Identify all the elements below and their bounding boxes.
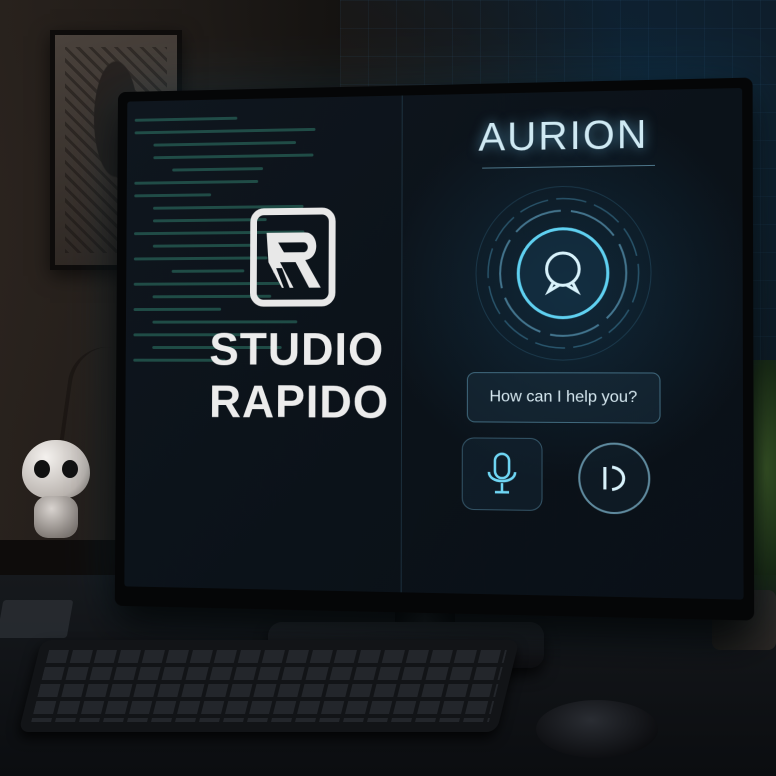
notebook bbox=[0, 600, 73, 638]
keyboard-keys[interactable] bbox=[31, 650, 507, 722]
logo-r-icon-glyph bbox=[261, 222, 329, 295]
assistant-chat-icon[interactable] bbox=[462, 181, 666, 364]
title-underline bbox=[482, 165, 655, 169]
robot-body bbox=[34, 496, 78, 538]
assistant-panel: AURION How can I help you? bbox=[402, 88, 744, 600]
play-button[interactable] bbox=[578, 442, 650, 514]
brand-name-line-2: RAPIDO bbox=[209, 376, 404, 426]
monitor-screen: STUDIO RAPIDO AURION How can I help you? bbox=[124, 88, 743, 600]
scene: STUDIO RAPIDO AURION How can I help you? bbox=[0, 0, 776, 776]
robot-head bbox=[22, 440, 90, 498]
microphone-button[interactable] bbox=[462, 437, 543, 511]
brand-name-line-1: STUDIO bbox=[209, 324, 404, 374]
robot-eye-right bbox=[62, 460, 78, 478]
keyboard[interactable] bbox=[19, 640, 520, 732]
robot-eye-left bbox=[34, 460, 50, 478]
mouse[interactable] bbox=[536, 700, 658, 758]
microphone-icon bbox=[482, 452, 522, 497]
assistant-title: AURION bbox=[462, 112, 665, 161]
monitor: STUDIO RAPIDO AURION How can I help you? bbox=[115, 78, 754, 621]
play-icon bbox=[597, 461, 632, 496]
assistant-prompt: How can I help you? bbox=[467, 372, 661, 423]
logo-r-icon bbox=[250, 207, 336, 306]
robot-figurine bbox=[20, 440, 92, 540]
